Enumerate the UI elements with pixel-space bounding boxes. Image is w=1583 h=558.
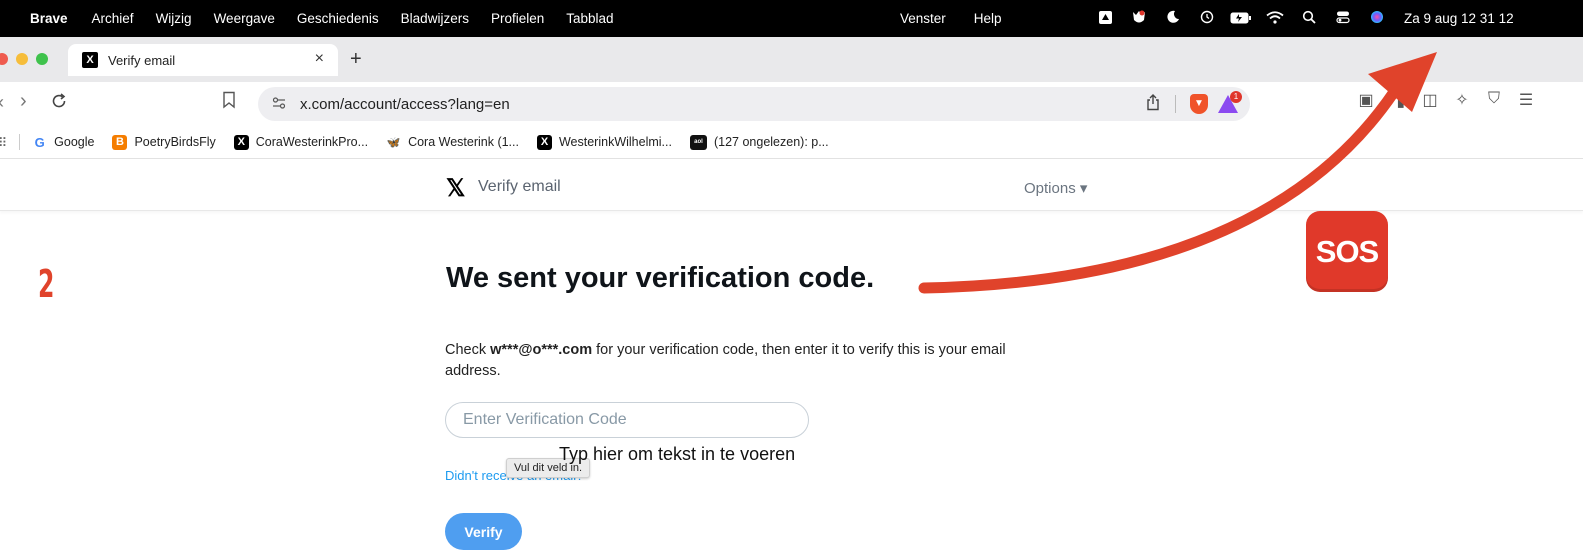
moon-icon[interactable] bbox=[1156, 10, 1190, 27]
options-dropdown[interactable]: Options ▾ bbox=[1024, 179, 1087, 197]
wifi-icon[interactable] bbox=[1258, 10, 1292, 27]
x-favicon-icon: X bbox=[82, 52, 98, 68]
app-menus: Brave Archief Wijzig Weergave Geschieden… bbox=[30, 0, 636, 37]
bookmarks-bar: ⠿ G Google B PoetryBirdsFly X CoraWester… bbox=[0, 126, 1583, 159]
menu-help[interactable]: Help bbox=[974, 11, 1002, 26]
masked-email: w***@o***.com bbox=[490, 342, 593, 358]
bookmarks-apps-icon[interactable]: ⠿ bbox=[0, 135, 7, 150]
share-icon[interactable] bbox=[1146, 94, 1160, 116]
siri-icon[interactable] bbox=[1360, 10, 1394, 27]
menu-app-name[interactable]: Brave bbox=[30, 11, 68, 26]
verify-button[interactable]: Verify bbox=[445, 513, 522, 550]
sidebar-icon[interactable]: ▐ bbox=[1382, 90, 1414, 110]
sos-icon: SOS bbox=[1306, 211, 1388, 292]
bluesky-butterfly-icon: 🦋 bbox=[386, 136, 401, 149]
x-icon: X bbox=[536, 134, 552, 150]
wallet-icon[interactable]: ◫ bbox=[1414, 90, 1446, 110]
bookmark-westerinkwilhelmi[interactable]: X WesterinkWilhelmi... bbox=[536, 134, 672, 150]
rewards-badge: 1 bbox=[1230, 91, 1242, 103]
menu-bar: Brave Archief Wijzig Weergave Geschieden… bbox=[0, 0, 1583, 37]
minimize-window-button[interactable] bbox=[16, 53, 28, 65]
bookmark-aol-mail[interactable]: aol (127 ongelezen): p... bbox=[689, 134, 829, 150]
menu-archief[interactable]: Archief bbox=[92, 11, 134, 26]
menu-wijzig[interactable]: Wijzig bbox=[156, 11, 192, 26]
status-area: Za 9 aug 12 31 12 bbox=[1088, 0, 1514, 37]
browser-toolbar: ‹ › x.com/account/access?lang=en ▼ 1 ▣ ▐… bbox=[0, 82, 1583, 126]
url-text[interactable]: x.com/account/access?lang=en bbox=[300, 96, 510, 113]
address-bar[interactable]: x.com/account/access?lang=en ▼ 1 bbox=[258, 87, 1250, 121]
clock-icon[interactable] bbox=[1190, 10, 1224, 27]
new-tab-button[interactable]: + bbox=[350, 48, 362, 71]
reader-mode-icon[interactable]: ▣ bbox=[1350, 90, 1382, 110]
typing-hint-overlay: Typ hier om tekst in te voeren bbox=[559, 444, 796, 464]
menu-icon[interactable]: ☰ bbox=[1510, 90, 1542, 110]
bookmark-poetrybirdsfly[interactable]: B PoetryBirdsFly bbox=[112, 134, 216, 150]
menu-venster[interactable]: Venster bbox=[900, 11, 946, 26]
back-button[interactable]: ‹ bbox=[0, 92, 4, 113]
bookmark-corawesterinkpro[interactable]: X CoraWesterinkPro... bbox=[233, 134, 369, 150]
bookmark-google[interactable]: G Google bbox=[32, 134, 95, 150]
verification-heading: We sent your verification code. bbox=[446, 262, 875, 294]
page-header: 𝕏 Verify email Options ▾ bbox=[0, 160, 1583, 211]
forward-button[interactable]: › bbox=[20, 90, 27, 113]
vpn-icon[interactable]: ⛉ bbox=[1478, 90, 1510, 110]
x-icon: X bbox=[233, 134, 249, 150]
verification-code-input[interactable] bbox=[445, 402, 809, 438]
url-separator bbox=[1175, 95, 1176, 113]
tab-strip: X Verify email × + bbox=[0, 37, 1583, 82]
bookmark-label: PoetryBirdsFly bbox=[134, 135, 216, 149]
bookmark-label: Google bbox=[54, 135, 95, 149]
bookmark-label: WesterinkWilhelmi... bbox=[558, 135, 672, 149]
page-title: Verify email bbox=[478, 178, 561, 195]
toolbar-right-buttons: ▣ ▐ ◫ ✧ ⛉ ☰ bbox=[1350, 90, 1542, 110]
zoom-window-button[interactable] bbox=[36, 53, 48, 65]
menu-tabblad[interactable]: Tabblad bbox=[566, 11, 613, 26]
bookmark-label: Cora Westerink (1... bbox=[408, 135, 519, 149]
bookmarks-separator bbox=[19, 134, 21, 150]
reload-button[interactable] bbox=[50, 92, 68, 115]
google-icon: G bbox=[34, 134, 45, 150]
site-settings-icon[interactable] bbox=[272, 96, 290, 112]
menu-bladwijzers[interactable]: Bladwijzers bbox=[401, 11, 469, 26]
desc-prefix: Check bbox=[445, 342, 491, 358]
bookmark-cora-westerink-bluesky[interactable]: 🦋 Cora Westerink (1... bbox=[386, 135, 519, 150]
blogger-icon: B bbox=[112, 134, 128, 150]
menubar-clock[interactable]: Za 9 aug 12 31 12 bbox=[1404, 11, 1514, 26]
bookmark-label: (127 ongelezen): p... bbox=[713, 135, 829, 149]
menu-profielen[interactable]: Profielen bbox=[491, 11, 544, 26]
x-logo-icon: 𝕏 bbox=[446, 175, 466, 202]
battery-icon[interactable] bbox=[1224, 11, 1258, 27]
close-window-button[interactable] bbox=[0, 53, 8, 65]
shield-app-icon[interactable] bbox=[1122, 10, 1156, 28]
app-menus-right: Venster Help bbox=[900, 0, 1030, 37]
control-center-icon[interactable] bbox=[1326, 10, 1360, 27]
tab-close-icon[interactable]: × bbox=[315, 50, 324, 68]
bookmark-icon[interactable] bbox=[222, 91, 236, 114]
aol-icon: aol bbox=[689, 134, 707, 150]
tab-title: Verify email bbox=[108, 52, 176, 68]
bookmark-label: CoraWesterinkPro... bbox=[255, 135, 369, 149]
leo-ai-icon[interactable]: ✧ bbox=[1446, 90, 1478, 110]
drive-icon[interactable] bbox=[1088, 10, 1122, 28]
tab-verify-email[interactable]: X Verify email × bbox=[68, 44, 338, 76]
menu-weergave[interactable]: Weergave bbox=[214, 11, 275, 26]
verification-description: Check w***@o***.com for your verificatio… bbox=[445, 340, 1065, 382]
brave-shields-icon[interactable]: ▼ bbox=[1190, 94, 1208, 114]
search-icon[interactable] bbox=[1292, 10, 1326, 27]
step-number-annotation: 2 bbox=[38, 262, 55, 306]
menu-geschiedenis[interactable]: Geschiedenis bbox=[297, 11, 379, 26]
